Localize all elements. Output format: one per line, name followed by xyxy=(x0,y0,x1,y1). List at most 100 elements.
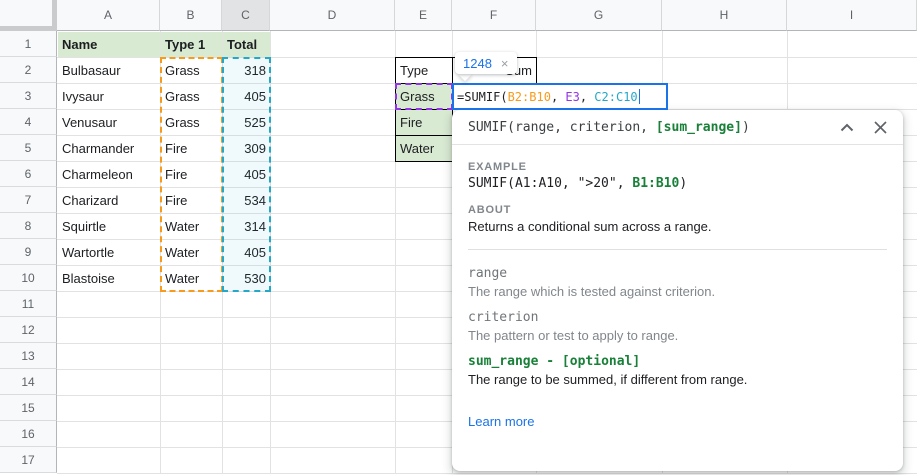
row-header-14[interactable]: 14 xyxy=(0,369,57,395)
arg-sum-range-optional-tag: - [optional] xyxy=(538,354,640,369)
formula-text: =SUMIF(B2:B10, E3, C2:C10 xyxy=(457,90,638,104)
column-header-A[interactable]: A xyxy=(57,0,160,31)
cell-C8[interactable]: 314 xyxy=(223,214,270,239)
preview-value: 1248 xyxy=(463,56,492,71)
column-header-C[interactable]: C xyxy=(222,0,270,31)
row-header-10[interactable]: 10 xyxy=(0,265,57,291)
cell-C10[interactable]: 530 xyxy=(223,266,270,291)
formula-token: =SUMIF( xyxy=(457,90,508,104)
arg-desc-sum-range: The range to be summed, if different fro… xyxy=(468,372,887,388)
example-label: EXAMPLE xyxy=(468,161,887,173)
arg-sum-range-text: sum_range xyxy=(468,354,538,369)
section-divider xyxy=(468,249,887,250)
cell-B8[interactable]: Water xyxy=(161,214,222,239)
cell-E5[interactable]: Water xyxy=(395,135,453,162)
popup-body: EXAMPLE SUMIF(A1:A10, ">20", B1:B10) ABO… xyxy=(452,145,903,431)
cell-B10[interactable]: Water xyxy=(161,266,222,291)
column-header-I[interactable]: I xyxy=(787,0,917,31)
select-all-corner[interactable] xyxy=(0,0,57,31)
row-header-6[interactable]: 6 xyxy=(0,161,57,187)
cell-B6[interactable]: Fire xyxy=(161,162,222,187)
row-header-1[interactable]: 1 xyxy=(0,31,57,57)
row-header-12[interactable]: 12 xyxy=(0,317,57,343)
example-code: SUMIF(A1:A10, ">20", B1:B10) xyxy=(468,176,887,192)
row-header-8[interactable]: 8 xyxy=(0,213,57,239)
cell-A8[interactable]: Squirtle xyxy=(58,214,160,239)
row-header-15[interactable]: 15 xyxy=(0,395,57,421)
formula-token: B2:B10 xyxy=(508,90,551,104)
cell-A10[interactable]: Blastoise xyxy=(58,266,160,291)
cell-A3[interactable]: Ivysaur xyxy=(58,84,160,109)
cell-A1[interactable]: Name xyxy=(58,32,160,57)
cell-A4[interactable]: Venusaur xyxy=(58,110,160,135)
cell-A9[interactable]: Wartortle xyxy=(58,240,160,265)
column-header-H[interactable]: H xyxy=(662,0,787,31)
cell-A6[interactable]: Charmeleon xyxy=(58,162,160,187)
formula-token: , xyxy=(551,90,565,104)
column-header-G[interactable]: G xyxy=(536,0,662,31)
column-header-E[interactable]: E xyxy=(395,0,452,31)
row-header-9[interactable]: 9 xyxy=(0,239,57,265)
collapse-icon[interactable] xyxy=(840,123,854,132)
signature-suffix: ) xyxy=(742,120,750,135)
cell-C6[interactable]: 405 xyxy=(223,162,270,187)
arg-name-criterion: criterion xyxy=(468,310,887,326)
example-highlight: B1:B10 xyxy=(632,176,679,191)
row-header-13[interactable]: 13 xyxy=(0,343,57,369)
close-icon[interactable] xyxy=(874,121,887,134)
row-header-11[interactable]: 11 xyxy=(0,291,57,317)
cell-B3[interactable]: Grass xyxy=(161,84,222,109)
formula-result-preview: 1248 × xyxy=(455,52,517,74)
arg-desc-range: The range which is tested against criter… xyxy=(468,284,887,300)
formula-input[interactable]: =SUMIF(B2:B10, E3, C2:C10 xyxy=(452,83,668,110)
cell-C5[interactable]: 309 xyxy=(223,136,270,161)
cell-C2[interactable]: 318 xyxy=(223,58,270,83)
cell-C7[interactable]: 534 xyxy=(223,188,270,213)
cell-A7[interactable]: Charizard xyxy=(58,188,160,213)
example-prefix: SUMIF(A1:A10, ">20", xyxy=(468,176,632,191)
row-header-16[interactable]: 16 xyxy=(0,421,57,447)
spreadsheet-app: ABCDEFGHI1234567891011121314151617NameTy… xyxy=(0,0,917,475)
cell-B5[interactable]: Fire xyxy=(161,136,222,161)
formula-token: C2:C10 xyxy=(594,90,637,104)
dismiss-preview-icon[interactable]: × xyxy=(501,57,509,70)
row-header-17[interactable]: 17 xyxy=(0,447,57,473)
cell-C3[interactable]: 405 xyxy=(223,84,270,109)
cell-E3[interactable]: Grass xyxy=(395,83,453,110)
signature-optional-arg: [sum_range] xyxy=(656,120,742,135)
formula-token: , xyxy=(580,90,594,104)
function-help-popup: SUMIF(range, criterion, [sum_range]) EXA… xyxy=(452,110,903,471)
cell-E2[interactable]: Type xyxy=(395,57,453,84)
row-header-5[interactable]: 5 xyxy=(0,135,57,161)
cell-B9[interactable]: Water xyxy=(161,240,222,265)
cell-C4[interactable]: 525 xyxy=(223,110,270,135)
arg-name-sum-range: sum_range - [optional] xyxy=(468,354,887,370)
popup-header: SUMIF(range, criterion, [sum_range]) xyxy=(452,110,903,145)
learn-more-link[interactable]: Learn more xyxy=(468,414,534,429)
cell-B4[interactable]: Grass xyxy=(161,110,222,135)
cell-B7[interactable]: Fire xyxy=(161,188,222,213)
row-header-4[interactable]: 4 xyxy=(0,109,57,135)
cell-E4[interactable]: Fire xyxy=(395,109,453,136)
formula-token: E3 xyxy=(565,90,579,104)
about-label: ABOUT xyxy=(468,204,887,216)
column-header-B[interactable]: B xyxy=(160,0,222,31)
cell-A2[interactable]: Bulbasaur xyxy=(58,58,160,83)
arg-name-range: range xyxy=(468,266,887,282)
cell-C9[interactable]: 405 xyxy=(223,240,270,265)
arg-desc-criterion: The pattern or test to apply to range. xyxy=(468,328,887,344)
row-header-2[interactable]: 2 xyxy=(0,57,57,83)
cell-A5[interactable]: Charmander xyxy=(58,136,160,161)
column-header-F[interactable]: F xyxy=(452,0,536,31)
signature-prefix: SUMIF(range, criterion, xyxy=(468,120,656,135)
gridline-horizontal xyxy=(57,473,917,474)
function-signature: SUMIF(range, criterion, [sum_range]) xyxy=(468,120,820,135)
cell-B2[interactable]: Grass xyxy=(161,58,222,83)
cell-C1[interactable]: Total xyxy=(223,32,270,57)
example-suffix: ) xyxy=(679,176,687,191)
column-header-D[interactable]: D xyxy=(270,0,395,31)
gridline-vertical xyxy=(270,31,271,473)
cell-B1[interactable]: Type 1 xyxy=(161,32,222,57)
row-header-7[interactable]: 7 xyxy=(0,187,57,213)
row-header-3[interactable]: 3 xyxy=(0,83,57,109)
